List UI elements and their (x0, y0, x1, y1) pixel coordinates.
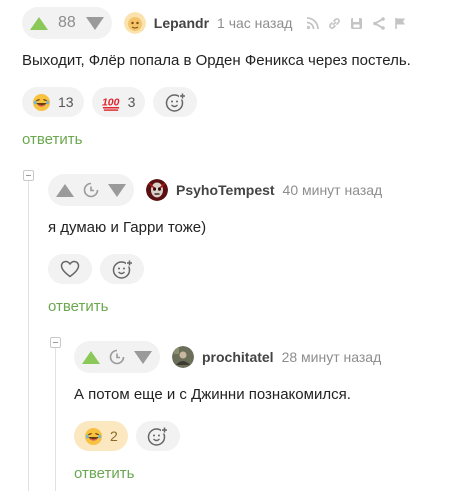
hundred-emoji-icon: 100 (102, 97, 120, 111)
reactions-bar: 13 100 3 (22, 87, 198, 117)
avatar[interactable] (123, 12, 146, 34)
clock-icon (109, 349, 125, 365)
reaction-hundred[interactable]: 100 3 (91, 87, 146, 117)
thread-line-level-2 (55, 348, 56, 491)
reaction-laughing[interactable]: 2 (74, 421, 128, 451)
timestamp[interactable]: 40 минут назад (283, 182, 383, 198)
avatar[interactable] (172, 346, 194, 368)
arrow-up-icon[interactable] (30, 16, 48, 30)
username[interactable]: Lepandr (154, 15, 209, 31)
flag-icon[interactable] (394, 17, 407, 30)
svg-text:100: 100 (102, 97, 120, 108)
reaction-laughing[interactable]: 13 (22, 87, 84, 117)
timestamp[interactable]: 1 час назад (217, 15, 292, 31)
like-button[interactable] (48, 254, 92, 284)
reply-link[interactable]: ответить (74, 465, 134, 482)
save-icon[interactable] (350, 17, 363, 30)
reaction-count: 3 (127, 94, 136, 110)
rating-value: 88 (58, 14, 76, 31)
collapse-icon[interactable] (50, 337, 61, 348)
rating-control: 88 (22, 7, 112, 39)
thread-line-level-1 (28, 181, 29, 491)
reactions-bar: 2 (74, 421, 180, 451)
arrow-up-icon[interactable] (56, 183, 74, 197)
comment-tools (306, 16, 407, 30)
arrow-up-icon[interactable] (82, 350, 100, 364)
comment-header: PsyhoTempest 40 минут назад (48, 174, 382, 206)
laughing-emoji-icon (84, 427, 103, 445)
comment-header: 88 Lepandr 1 час назад (22, 7, 407, 39)
add-reaction-button[interactable] (153, 87, 198, 117)
comment-header: prochitatel 28 минут назад (74, 341, 381, 373)
link-icon[interactable] (328, 17, 341, 30)
username[interactable]: PsyhoTempest (176, 182, 275, 198)
comment-text: А потом еще и с Джинни познакомился. (74, 386, 351, 403)
clock-icon (83, 182, 99, 198)
reply-link[interactable]: ответить (22, 131, 82, 148)
comment-text: Выходит, Флёр попала в Орден Феникса чер… (22, 52, 411, 69)
rating-control (74, 341, 160, 373)
rating-control (48, 174, 134, 206)
reaction-count: 2 (110, 428, 118, 444)
add-reaction-icon (165, 92, 186, 112)
share-icon[interactable] (372, 16, 386, 30)
reply-link[interactable]: ответить (48, 298, 108, 315)
arrow-down-icon[interactable] (134, 350, 152, 364)
collapse-icon[interactable] (23, 170, 34, 181)
rss-icon[interactable] (306, 16, 320, 30)
heart-icon (60, 260, 80, 278)
add-reaction-icon (112, 259, 133, 279)
timestamp[interactable]: 28 минут назад (282, 349, 382, 365)
avatar[interactable] (146, 179, 168, 201)
reactions-bar (48, 254, 144, 284)
username[interactable]: prochitatel (202, 349, 274, 365)
add-reaction-icon (148, 426, 169, 446)
arrow-down-icon[interactable] (108, 183, 126, 197)
comment-text: я думаю и Гарри тоже) (48, 219, 207, 236)
laughing-emoji-icon (32, 93, 51, 111)
reaction-count: 13 (58, 94, 74, 110)
add-reaction-button[interactable] (135, 421, 180, 451)
arrow-down-icon[interactable] (85, 16, 104, 30)
add-reaction-button[interactable] (100, 254, 144, 284)
